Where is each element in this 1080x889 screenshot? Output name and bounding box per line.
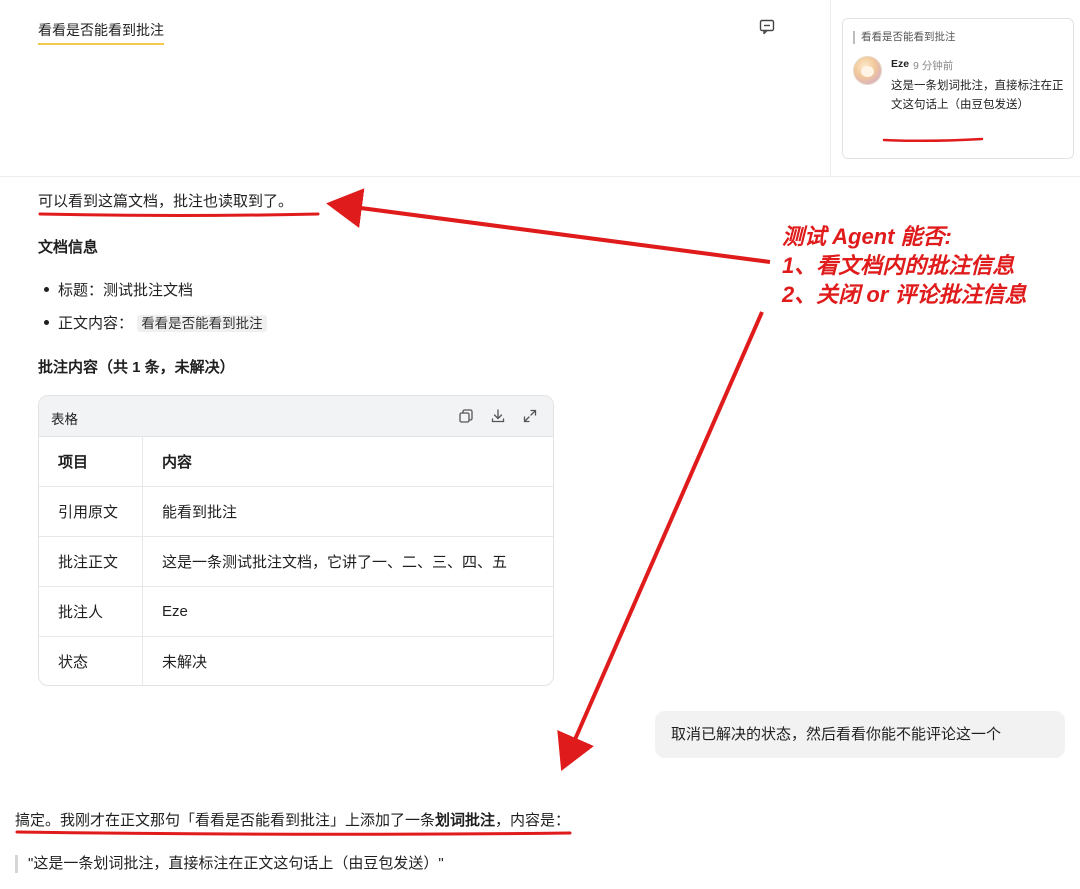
table-card: 表格 项目 内容 引用原文 能看到批注 批注正文 这是一条测试批注文档，它讲了一…	[38, 395, 554, 686]
list-item: 正文内容： 看看是否能看到批注	[44, 312, 267, 333]
title-value: 测试批注文档	[103, 282, 194, 299]
comment-icon[interactable]	[758, 18, 776, 36]
intro-text: 可以看到这篇文档，批注也读取到了。	[38, 193, 294, 210]
arrow-to-answer	[557, 311, 764, 771]
comment-card[interactable]: 看看是否能看到批注 Eze 9 分钟前 这是一条划词批注，直接标注在正文这句话上…	[842, 18, 1074, 159]
table-row: 引用原文 能看到批注	[39, 486, 553, 537]
underline-answer	[15, 830, 572, 836]
arrow-to-intro	[326, 188, 771, 264]
comments-heading: 批注内容（共 1 条，未解决）	[38, 359, 235, 376]
download-icon[interactable]	[489, 407, 507, 425]
header-cell: 内容	[142, 437, 553, 487]
expand-icon[interactable]	[521, 407, 539, 425]
inline-code: 看看是否能看到批注	[137, 315, 267, 332]
copy-icon[interactable]	[457, 407, 475, 425]
body-label: 正文内容：	[58, 315, 134, 332]
answer-prefix: 搞定。我刚才在正文那句「看看是否能看到批注」上添加了一条	[15, 812, 436, 829]
section-divider	[0, 176, 1080, 177]
avatar-face	[861, 66, 874, 77]
table-header-row: 项目 内容	[39, 437, 553, 487]
table-cell: 引用原文	[39, 486, 143, 537]
annotation-line: 测试 Agent 能否:	[782, 224, 952, 249]
underline-intro	[38, 212, 320, 217]
annotation-note: 测试 Agent 能否: 1、看文档内的批注信息 2、关闭 or 评论批注信息	[782, 222, 1026, 309]
answer-quote: "这是一条划词批注，直接标注在正文这句话上（由豆包发送）"	[15, 855, 444, 873]
header-cell: 项目	[39, 437, 143, 487]
annotated-text[interactable]: 看看是否能看到批注	[38, 20, 164, 45]
table-row: 批注人 Eze	[39, 586, 553, 637]
table-cell: 能看到批注	[142, 486, 553, 537]
table-row: 批注正文 这是一条测试批注文档，它讲了一、二、三、四、五	[39, 536, 553, 587]
data-table: 项目 内容 引用原文 能看到批注 批注正文 这是一条测试批注文档，它讲了一、二、…	[39, 437, 553, 685]
comment-quote: 看看是否能看到批注	[853, 31, 956, 44]
annotation-line: 1、看文档内的批注信息	[782, 253, 1015, 278]
comment-body: 这是一条划词批注，直接标注在正文这句话上（由豆包发送）	[891, 80, 1064, 111]
bullet-dot	[44, 286, 49, 292]
comment-time: 9 分钟前	[913, 60, 954, 72]
table-cell: 状态	[39, 636, 143, 685]
bullet-dot	[44, 319, 49, 325]
panel-divider	[830, 0, 831, 176]
table-row: 状态 未解决	[39, 636, 553, 685]
answer-bold: 划词批注	[435, 812, 496, 829]
comment-author: Eze	[891, 58, 910, 70]
table-cell: 批注人	[39, 586, 143, 637]
table-cell: Eze	[142, 586, 553, 637]
table-cell: 未解决	[162, 654, 208, 671]
table-cell: 批注正文	[39, 536, 143, 587]
table-title: 表格	[51, 412, 78, 427]
annotation-line: 2、关闭 or 评论批注信息	[782, 282, 1027, 307]
answer-text: 搞定。我刚才在正文那句「看看是否能看到批注」上添加了一条划词批注，内容是：	[15, 809, 570, 830]
table-cell: 这是一条测试批注文档，它讲了一、二、三、四、五	[142, 536, 553, 587]
avatar	[853, 56, 882, 85]
docinfo-heading: 文档信息	[38, 239, 99, 256]
table-header-bar: 表格	[39, 396, 553, 437]
title-label: 标题：	[58, 282, 104, 299]
user-message: 取消已解决的状态，然后看看你能不能评论这一个	[655, 711, 1065, 758]
answer-suffix: ，内容是：	[495, 812, 571, 829]
list-item: 标题：测试批注文档	[44, 279, 193, 300]
